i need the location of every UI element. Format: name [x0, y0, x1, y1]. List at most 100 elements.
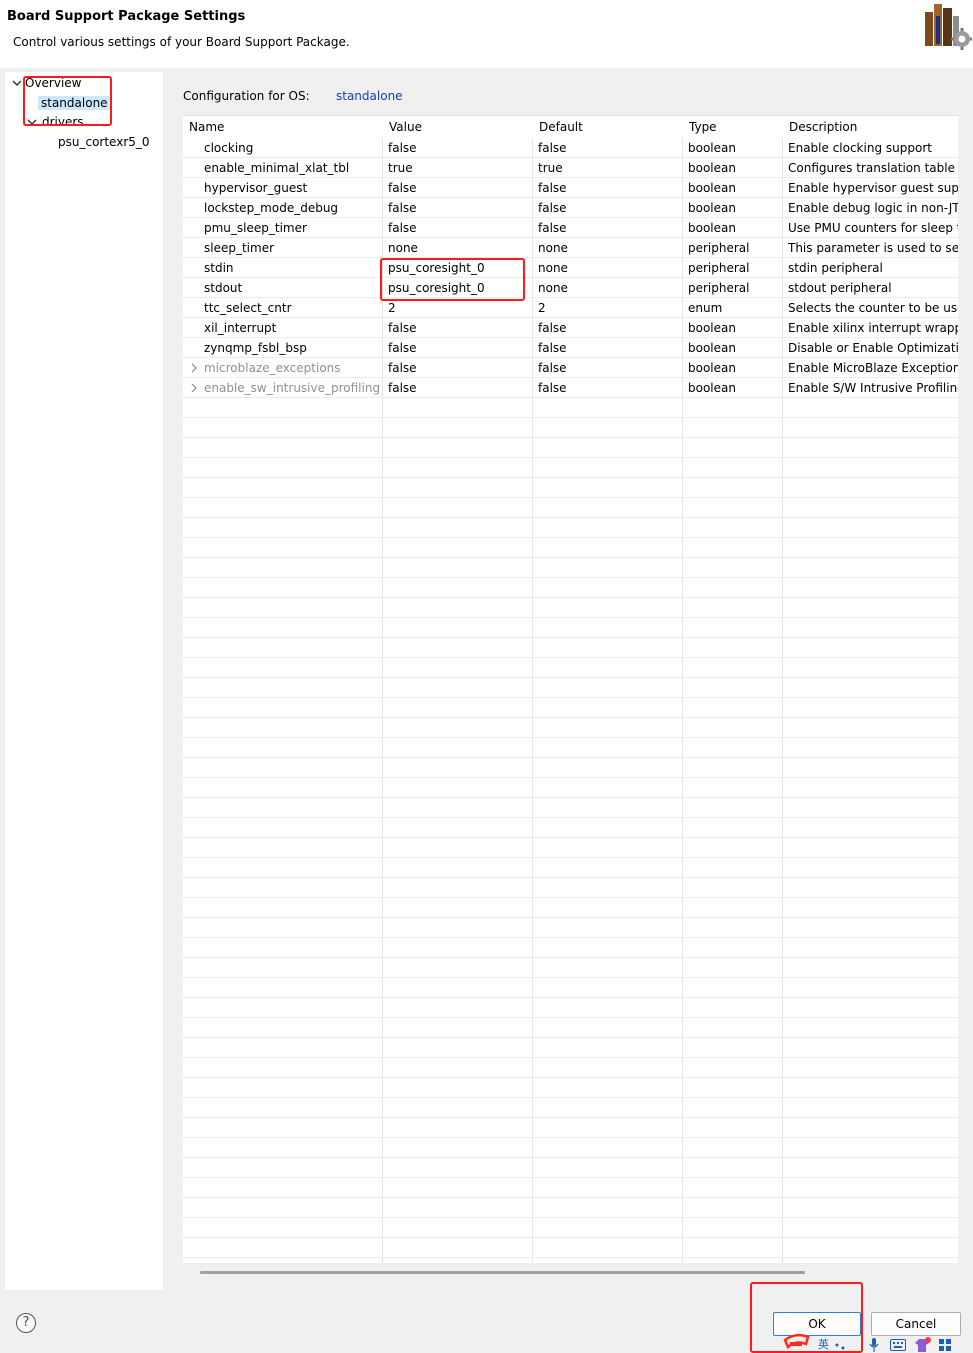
- punctuation-icon[interactable]: [834, 1340, 846, 1350]
- cell-value[interactable]: false: [388, 198, 417, 218]
- cell-default: false: [538, 361, 567, 375]
- cell-name: clocking: [204, 141, 254, 155]
- cell-description: Enable xilinx interrupt wrappe: [788, 321, 958, 335]
- cell-name: zynqmp_fsbl_bsp: [204, 341, 307, 355]
- cell-value[interactable]: false: [388, 358, 417, 378]
- bsp-books-gear-icon: [925, 4, 972, 50]
- dialog-header: Board Support Package Settings Control v…: [0, 0, 973, 68]
- table-row[interactable]: ttc_select_cntr 2 2 enum Selects the counter…: [183, 298, 958, 318]
- cell-name: ttc_select_cntr: [204, 301, 292, 315]
- tree-item-psu-cortexr5[interactable]: psu_cortexr5_0: [58, 133, 150, 151]
- empty-row: [183, 918, 958, 938]
- microphone-icon[interactable]: [868, 1338, 880, 1352]
- table-row[interactable]: enable_sw_intrusive_profiling false false b…: [183, 378, 958, 398]
- cell-type: peripheral: [688, 281, 750, 295]
- column-header-default[interactable]: Default: [533, 116, 583, 138]
- empty-row: [183, 538, 958, 558]
- cell-value[interactable]: 2: [388, 298, 396, 318]
- chevron-right-icon[interactable]: [189, 362, 199, 374]
- cell-value[interactable]: none: [388, 238, 418, 258]
- empty-row: [183, 1098, 958, 1118]
- table-row[interactable]: hypervisor_guest false false boolean Enable …: [183, 178, 958, 198]
- cell-type: boolean: [688, 361, 736, 375]
- ime-logo-icon[interactable]: [782, 1332, 812, 1353]
- cell-default: false: [538, 381, 567, 395]
- skin-icon[interactable]: [913, 1337, 931, 1352]
- empty-row: [183, 418, 958, 438]
- cell-value[interactable]: false: [388, 318, 417, 338]
- bsp-tree: Overview standalone drivers psu_cortexr5…: [5, 72, 163, 1290]
- config-os-value: standalone: [336, 89, 403, 103]
- table-row[interactable]: lockstep_mode_debug false false boolean Enab…: [183, 198, 958, 218]
- empty-row: [183, 878, 958, 898]
- cell-value[interactable]: false: [388, 338, 417, 358]
- help-icon[interactable]: ?: [16, 1313, 36, 1333]
- empty-row: [183, 1238, 958, 1258]
- ime-toolbar: 英: [780, 1333, 973, 1353]
- empty-row: [183, 1078, 958, 1098]
- horizontal-scrollbar[interactable]: [200, 1271, 805, 1274]
- column-header-value[interactable]: Value: [383, 116, 422, 138]
- cell-value[interactable]: false: [388, 378, 417, 398]
- table-row[interactable]: clocking false false boolean Enable clocking…: [183, 138, 958, 158]
- cell-description: Enable S/W Intrusive Profiling: [788, 381, 958, 395]
- tree-item-overview[interactable]: Overview: [25, 74, 82, 92]
- empty-row: [183, 818, 958, 838]
- tree-item-drivers[interactable]: drivers: [42, 113, 84, 124]
- ime-language-label[interactable]: 英: [818, 1336, 829, 1353]
- keyboard-icon[interactable]: [890, 1339, 906, 1351]
- cell-default: 2: [538, 301, 546, 315]
- config-os-label: Configuration for OS:: [183, 89, 310, 103]
- dialog-subtitle: Control various settings of your Board S…: [13, 35, 350, 49]
- empty-row: [183, 958, 958, 978]
- cell-value[interactable]: false: [388, 138, 417, 158]
- table-row[interactable]: pmu_sleep_timer false false boolean Use PMU …: [183, 218, 958, 238]
- table-row[interactable]: enable_minimal_xlat_tbl true true boolean Co…: [183, 158, 958, 178]
- cell-value[interactable]: false: [388, 178, 417, 198]
- cell-type: boolean: [688, 381, 736, 395]
- cell-default: true: [538, 161, 563, 175]
- cell-type: boolean: [688, 201, 736, 215]
- cell-value[interactable]: psu_coresight_0: [388, 278, 485, 298]
- empty-row: [183, 398, 958, 418]
- toolbox-grid-icon[interactable]: [939, 1339, 952, 1351]
- cell-name: microblaze_exceptions: [204, 361, 341, 375]
- cell-description: Enable debug logic in non-JT: [788, 201, 958, 215]
- cell-default: false: [538, 201, 567, 215]
- empty-row: [183, 498, 958, 518]
- table-row[interactable]: microblaze_exceptions false false boolean En…: [183, 358, 958, 378]
- table-row[interactable]: sleep_timer none none peripheral This parame…: [183, 238, 958, 258]
- cell-value[interactable]: psu_coresight_0: [388, 258, 485, 278]
- table-row[interactable]: zynqmp_fsbl_bsp false false boolean Disable …: [183, 338, 958, 358]
- empty-row: [183, 598, 958, 618]
- cell-value[interactable]: true: [388, 158, 413, 178]
- empty-row: [183, 1138, 958, 1158]
- cell-description: This parameter is used to sel: [788, 241, 958, 255]
- table-row[interactable]: xil_interrupt false false boolean Enable xil…: [183, 318, 958, 338]
- chevron-down-icon[interactable]: [25, 115, 39, 129]
- cell-name: enable_sw_intrusive_profiling: [204, 381, 381, 395]
- cell-default: false: [538, 341, 567, 355]
- tree-item-standalone[interactable]: standalone: [38, 94, 111, 112]
- cell-default: false: [538, 321, 567, 335]
- chevron-down-icon[interactable]: [10, 76, 24, 90]
- cancel-button[interactable]: Cancel: [871, 1312, 961, 1336]
- table-row[interactable]: stdout psu_coresight_0 none peripheral stdou…: [183, 278, 958, 298]
- column-header-description[interactable]: Description: [783, 116, 857, 138]
- cell-value[interactable]: false: [388, 218, 417, 238]
- cell-default: false: [538, 181, 567, 195]
- empty-row: [183, 438, 958, 458]
- column-header-type[interactable]: Type: [683, 116, 717, 138]
- empty-row: [183, 618, 958, 638]
- cell-default: none: [538, 281, 568, 295]
- empty-row: [183, 658, 958, 678]
- empty-row: [183, 518, 958, 538]
- cell-description: Enable clocking support: [788, 141, 932, 155]
- empty-row: [183, 1198, 958, 1218]
- empty-row: [183, 858, 958, 878]
- column-header-name[interactable]: Name: [183, 116, 224, 138]
- table-row[interactable]: stdin psu_coresight_0 none peripheral stdin …: [183, 258, 958, 278]
- cell-type: peripheral: [688, 241, 750, 255]
- chevron-right-icon[interactable]: [189, 382, 199, 394]
- cell-name: stdin: [204, 261, 234, 275]
